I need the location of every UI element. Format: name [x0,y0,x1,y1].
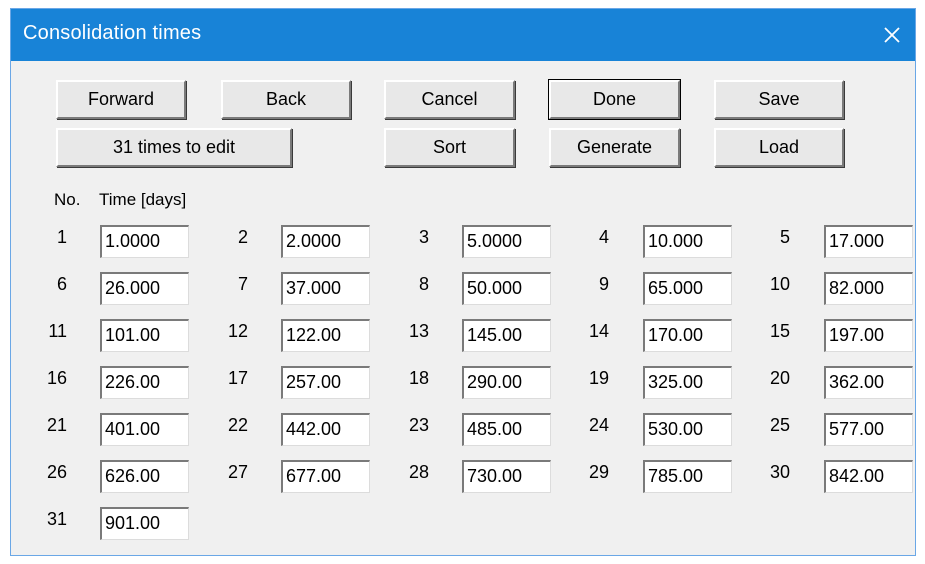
time-entry-field[interactable]: 101.00 [100,319,189,352]
time-entry-field[interactable]: 5.0000 [462,225,551,258]
time-entry-field[interactable]: 577.00 [824,413,913,446]
time-entry-field[interactable]: 65.000 [643,272,732,305]
close-button[interactable] [869,9,915,61]
time-entry-field[interactable]: 17.000 [824,225,913,258]
time-entry-number: 2 [237,227,248,247]
time-entry-field[interactable]: 485.00 [462,413,551,446]
time-entry-number: 26 [46,462,67,482]
forward-button[interactable]: Forward [56,80,186,119]
sort-button[interactable]: Sort [384,128,515,167]
window-title: Consolidation times [23,22,202,44]
close-icon [884,27,900,43]
time-entry-field[interactable]: 197.00 [824,319,913,352]
time-entry-field[interactable]: 842.00 [824,460,913,493]
time-entry-number: 12 [227,321,248,341]
time-entry-number: 21 [46,415,67,435]
time-entry-number: 11 [48,321,67,341]
time-entry-number: 8 [418,274,429,294]
time-entry-field[interactable]: 677.00 [281,460,370,493]
time-entry-field[interactable]: 82.000 [824,272,913,305]
time-entry-number: 3 [418,227,429,247]
number-column-header: No. [54,190,81,209]
time-entry-number: 23 [408,415,429,435]
time-entry-number: 14 [588,321,609,341]
time-entry-field[interactable]: 37.000 [281,272,370,305]
time-entry-number: 6 [56,274,67,294]
time-entry-field[interactable]: 442.00 [281,413,370,446]
time-entry-field[interactable]: 325.00 [643,366,732,399]
time-entry-field[interactable]: 10.000 [643,225,732,258]
time-entry-field[interactable]: 290.00 [462,366,551,399]
cancel-button[interactable]: Cancel [384,80,515,119]
time-entry-field[interactable]: 2.0000 [281,225,370,258]
time-entry-number: 28 [408,462,429,482]
time-entry-number: 25 [769,415,790,435]
time-entry-number: 19 [588,368,609,388]
generate-button[interactable]: Generate [549,128,680,167]
time-entry-number: 15 [769,321,790,341]
time-entry-field[interactable]: 530.00 [643,413,732,446]
time-entry-number: 27 [227,462,248,482]
time-entry-number: 16 [46,368,67,388]
time-entry-number: 20 [769,368,790,388]
time-entry-number: 30 [769,462,790,482]
time-entry-field[interactable]: 1.0000 [100,225,189,258]
time-entry-number: 18 [408,368,429,388]
time-entry-field[interactable]: 122.00 [281,319,370,352]
done-button[interactable]: Done [548,79,681,120]
time-entry-field[interactable]: 257.00 [281,366,370,399]
time-column-header: Time [days] [99,190,187,209]
time-entry-number: 13 [408,321,429,341]
time-entry-number: 10 [769,274,790,294]
time-entry-number: 5 [779,227,790,247]
time-entry-field[interactable]: 730.00 [462,460,551,493]
time-entry-field[interactable]: 170.00 [643,319,732,352]
time-entry-number: 22 [227,415,248,435]
time-entry-field[interactable]: 785.00 [643,460,732,493]
time-entry-field[interactable]: 362.00 [824,366,913,399]
time-entry-number: 9 [598,274,609,294]
time-entry-field[interactable]: 401.00 [100,413,189,446]
time-entry-field[interactable]: 626.00 [100,460,189,493]
time-entry-field[interactable]: 901.00 [100,507,189,540]
consolidation-times-dialog: Consolidation times Forward Back Cancel … [10,8,916,556]
time-entry-field[interactable]: 145.00 [462,319,551,352]
load-button[interactable]: Load [714,128,844,167]
back-button[interactable]: Back [221,80,351,119]
time-entry-number: 24 [588,415,609,435]
save-button[interactable]: Save [714,80,844,119]
time-entry-field[interactable]: 26.000 [100,272,189,305]
times-to-edit-button[interactable]: 31 times to edit [56,128,292,167]
title-bar: Consolidation times [11,9,915,61]
time-entry-number: 4 [598,227,609,247]
time-entry-number: 17 [227,368,248,388]
time-entry-number: 31 [46,509,67,529]
time-entry-field[interactable]: 226.00 [100,366,189,399]
time-entry-number: 1 [56,227,67,247]
time-entry-field[interactable]: 50.000 [462,272,551,305]
time-entry-number: 29 [588,462,609,482]
time-entry-number: 7 [237,274,248,294]
